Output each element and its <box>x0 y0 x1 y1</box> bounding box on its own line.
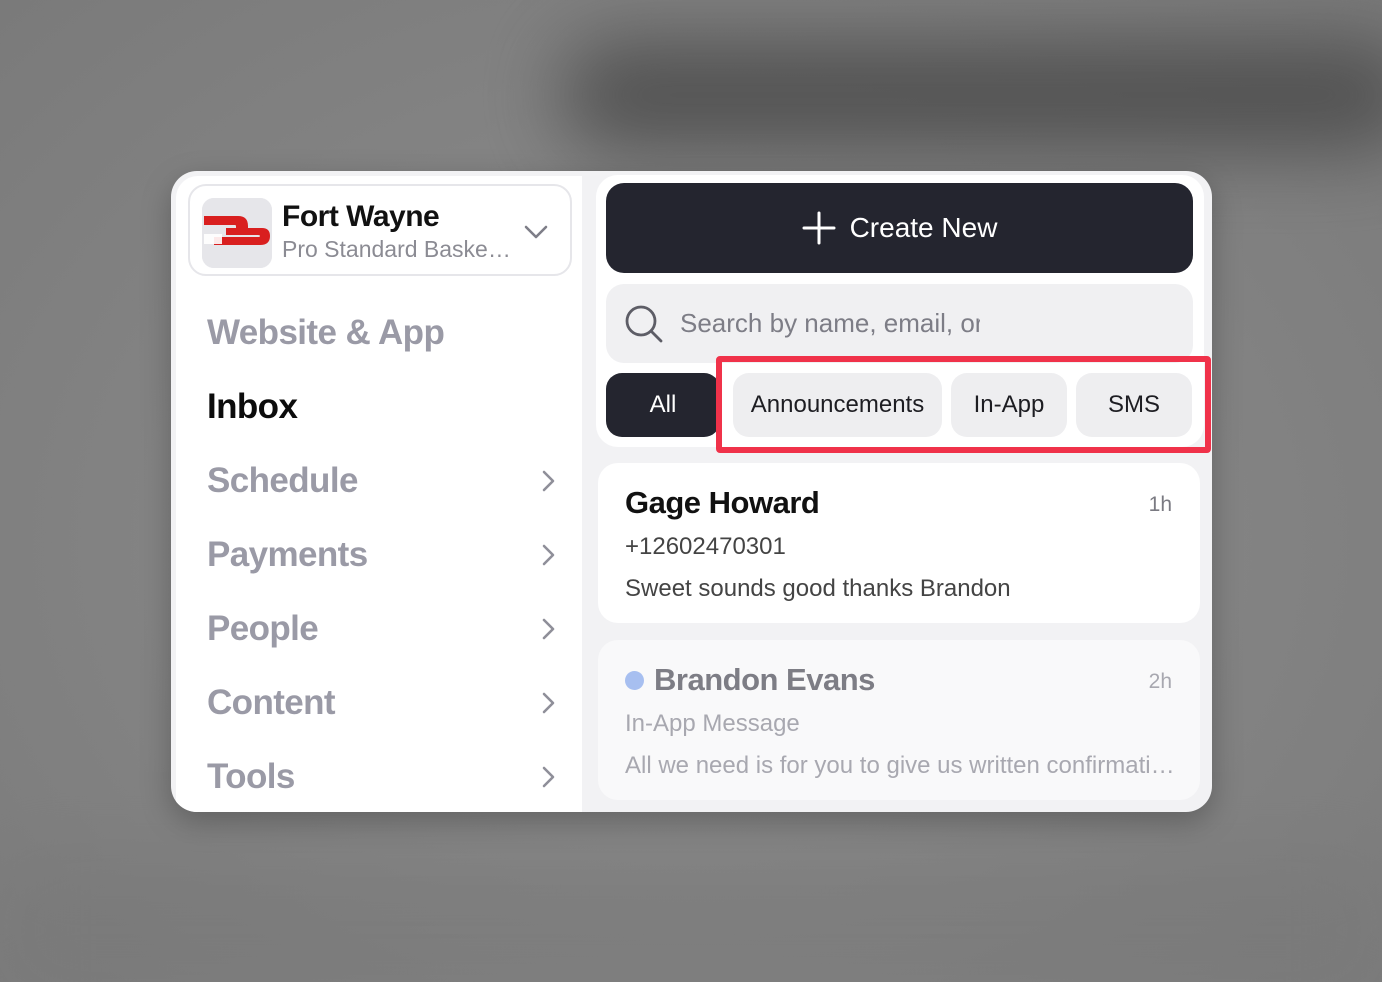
sidebar-item-inbox[interactable]: Inbox <box>207 370 562 444</box>
org-subtitle: Pro Standard Baske… <box>282 236 511 262</box>
search-icon <box>625 305 663 342</box>
unread-dot <box>625 671 644 690</box>
sidebar-item-tools[interactable]: Tools <box>207 740 562 812</box>
chevron-right-icon <box>542 470 555 492</box>
message-item[interactable]: Gage Howard 1h +12602470301 Sweet sounds… <box>598 463 1200 623</box>
sidebar-item-label: Content <box>207 683 336 722</box>
chevron-right-icon <box>542 692 555 714</box>
org-name: Fort Wayne <box>282 200 440 233</box>
message-preview: All we need is for you to give us writte… <box>625 752 1180 779</box>
inbox-panel: Fort Wayne Pro Standard Baske… Website &… <box>171 171 1212 812</box>
create-new-label: Create New <box>849 212 998 243</box>
sidebar-item-website-app[interactable]: Website & App <box>207 296 562 370</box>
sidebar: Fort Wayne Pro Standard Baske… Website &… <box>176 176 582 812</box>
filter-chip-in-app[interactable]: In-App <box>951 373 1067 437</box>
filter-chip-all[interactable]: All <box>606 373 720 437</box>
message-time: 1h <box>1148 493 1172 516</box>
background-blur-bottom <box>0 860 1382 982</box>
search-box[interactable] <box>606 284 1193 363</box>
message-preview: Sweet sounds good thanks Brandon <box>625 575 1011 602</box>
message-sender: Brandon Evans <box>654 662 875 697</box>
sidebar-item-label: Schedule <box>207 461 358 500</box>
message-item[interactable]: Brandon Evans 2h In-App Message All we n… <box>598 640 1200 800</box>
sidebar-item-label: People <box>207 609 319 648</box>
filter-chip-announcements[interactable]: Announcements <box>733 373 942 437</box>
message-subtitle: In-App Message <box>625 710 800 737</box>
filter-chip-label: SMS <box>1107 391 1160 418</box>
org-logo <box>202 198 272 268</box>
search-input[interactable] <box>680 308 980 339</box>
filter-chip-label: In-App <box>973 391 1045 418</box>
inbox-main: Create New All Announcements In-App <box>596 171 1212 812</box>
message-time: 2h <box>1148 670 1172 693</box>
filter-chips: All Announcements In-App SMS <box>606 373 1206 437</box>
message-sender: Gage Howard <box>625 485 820 520</box>
org-switcher[interactable]: Fort Wayne Pro Standard Baske… <box>188 184 572 276</box>
sidebar-item-content[interactable]: Content <box>207 666 562 740</box>
plus-icon <box>802 211 836 245</box>
chevron-right-icon <box>542 766 555 788</box>
message-subtitle: +12602470301 <box>625 533 786 560</box>
sidebar-item-people[interactable]: People <box>207 592 562 666</box>
sidebar-item-label: Tools <box>207 757 295 796</box>
inbox-toolbar: Create New All Announcements In-App <box>596 175 1204 447</box>
sidebar-item-label: Inbox <box>207 387 298 426</box>
sidebar-item-payments[interactable]: Payments <box>207 518 562 592</box>
sidebar-nav: Website & App Inbox Schedule Payments Pe… <box>207 296 562 812</box>
sidebar-item-label: Website & App <box>207 313 445 352</box>
filter-chip-label: Announcements <box>750 391 925 418</box>
create-new-button[interactable]: Create New <box>606 183 1193 273</box>
sidebar-item-label: Payments <box>207 535 368 574</box>
background-blur <box>560 40 1382 150</box>
chevron-right-icon <box>542 544 555 566</box>
chevron-down-icon <box>524 225 548 239</box>
filter-chip-label: All <box>649 391 677 418</box>
filter-chip-sms[interactable]: SMS <box>1076 373 1192 437</box>
chevron-right-icon <box>542 618 555 640</box>
sidebar-item-schedule[interactable]: Schedule <box>207 444 562 518</box>
